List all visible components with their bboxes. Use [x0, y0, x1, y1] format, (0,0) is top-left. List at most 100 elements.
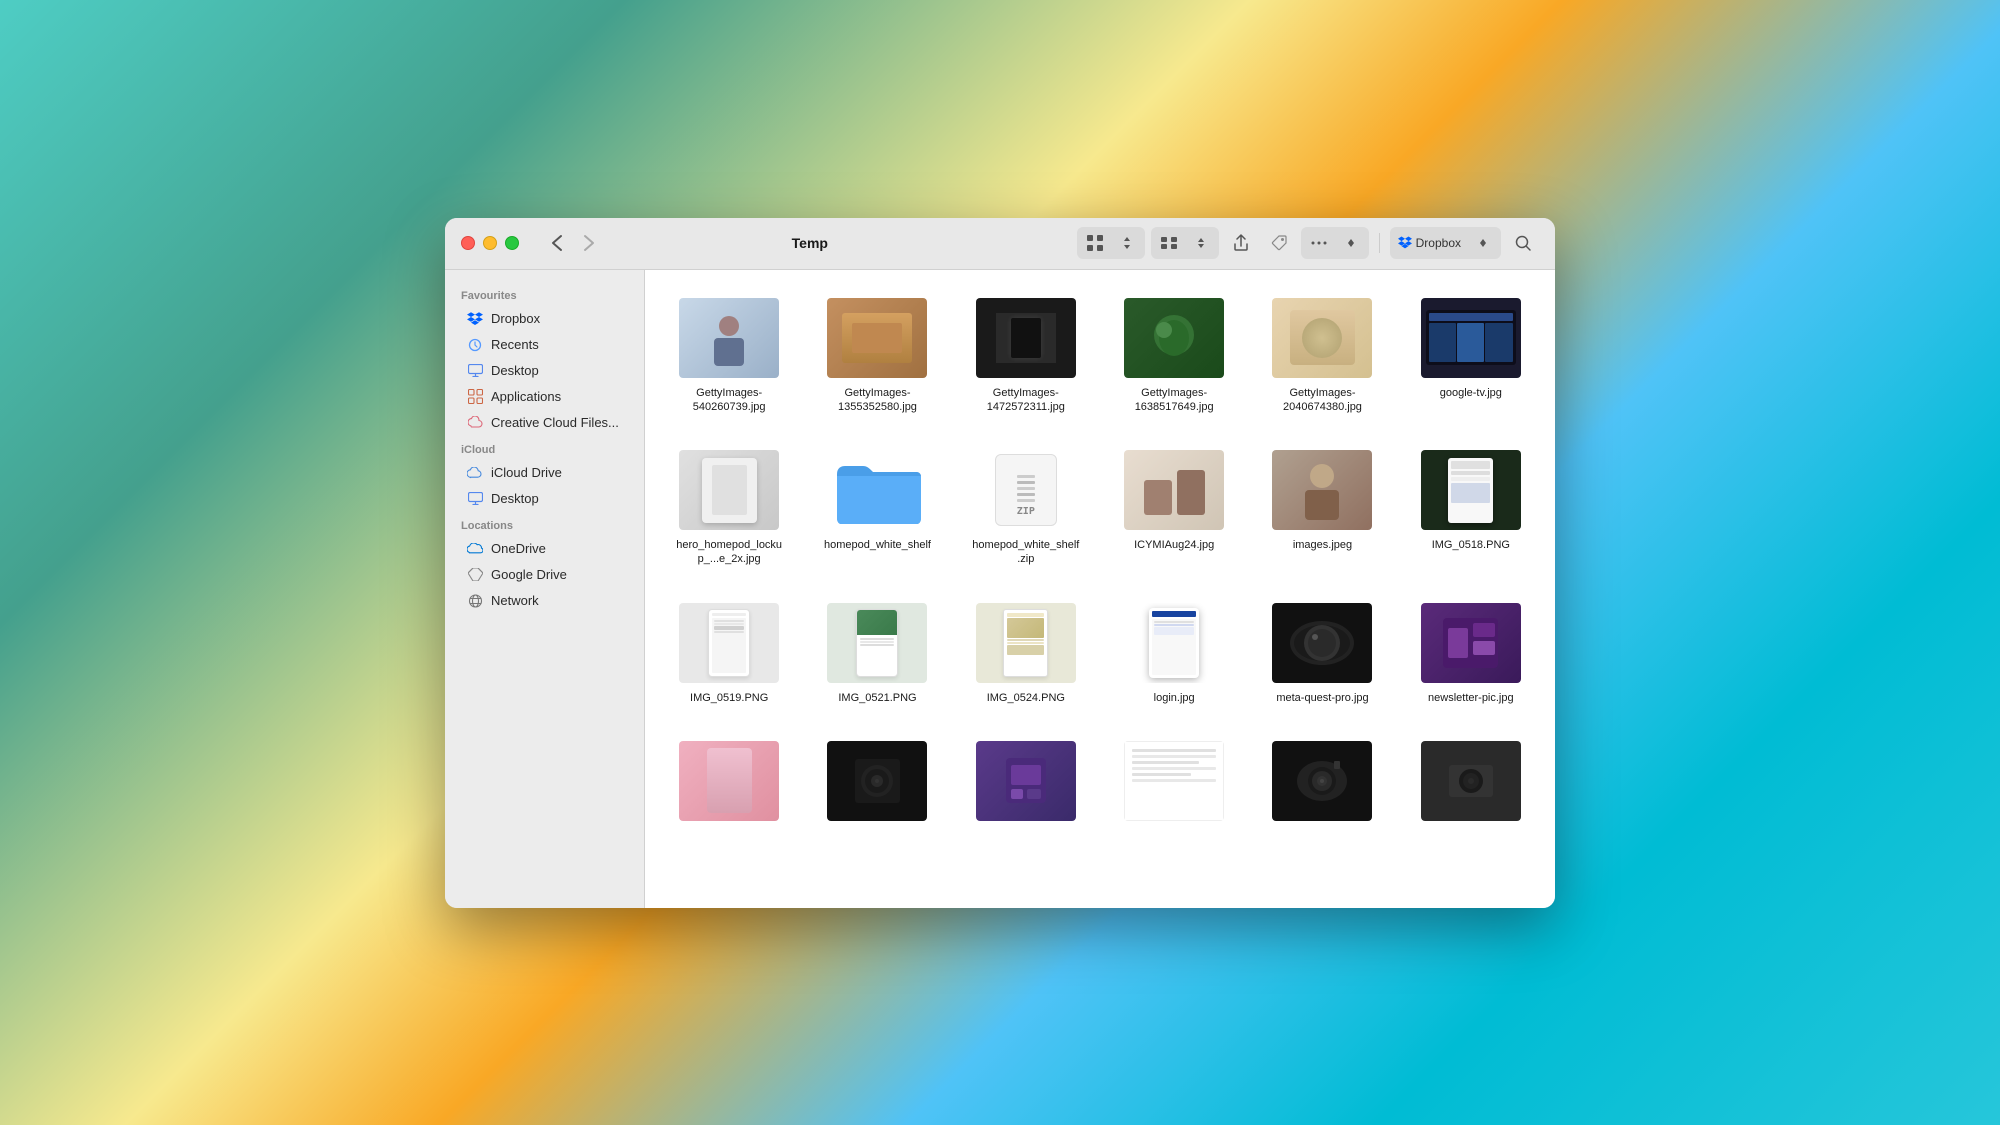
file-thumbnail — [1124, 741, 1224, 821]
sidebar-label-applications: Applications — [491, 389, 561, 404]
file-item[interactable] — [962, 733, 1090, 837]
file-item[interactable]: ZIP homepod_white_shelf.zip — [962, 442, 1090, 575]
dropbox-toolbar-button[interactable]: Dropbox — [1392, 229, 1467, 257]
file-item[interactable]: ICYMIAug24.jpg — [1110, 442, 1238, 575]
file-item[interactable] — [1110, 733, 1238, 837]
file-thumbnail — [679, 603, 779, 683]
sidebar-label-onedrive: OneDrive — [491, 541, 546, 556]
sidebar-label-desktop: Desktop — [491, 363, 539, 378]
sidebar-item-icloud-desktop[interactable]: Desktop — [451, 486, 638, 512]
file-name: homepod_white_shelf.zip — [971, 538, 1081, 567]
file-thumbnail — [1124, 298, 1224, 378]
file-thumbnail — [1272, 741, 1372, 821]
file-item[interactable]: images.jpeg — [1258, 442, 1386, 575]
sidebar-item-applications[interactable]: Applications — [451, 384, 638, 410]
file-item[interactable]: google-tv.jpg — [1407, 290, 1535, 423]
search-button[interactable] — [1507, 229, 1539, 257]
icloud-desktop-icon — [467, 491, 483, 507]
file-item[interactable] — [813, 733, 941, 837]
file-thumbnail — [1421, 741, 1521, 821]
file-item[interactable]: login.jpg — [1110, 595, 1238, 713]
sidebar-label-dropbox: Dropbox — [491, 311, 540, 326]
file-item[interactable]: GettyImages-1355352580.jpg — [813, 290, 941, 423]
more-button[interactable] — [1303, 229, 1335, 257]
file-item[interactable] — [1258, 733, 1386, 837]
sidebar: Favourites Dropbox Recents — [445, 270, 645, 908]
file-name: GettyImages-540260739.jpg — [674, 386, 784, 415]
file-area[interactable]: GettyImages-540260739.jpg GettyImages-13… — [645, 270, 1555, 908]
file-item[interactable]: GettyImages-540260739.jpg — [665, 290, 793, 423]
main-content: Favourites Dropbox Recents — [445, 270, 1555, 908]
file-item[interactable]: homepod_white_shelf — [813, 442, 941, 575]
file-item[interactable] — [665, 733, 793, 837]
dropbox-chevron[interactable] — [1467, 229, 1499, 257]
applications-icon — [467, 389, 483, 405]
tag-button[interactable] — [1263, 229, 1295, 257]
sidebar-icloud-header: iCloud — [445, 436, 644, 460]
view-mode-button[interactable] — [1153, 229, 1185, 257]
sidebar-label-network: Network — [491, 593, 539, 608]
file-grid: GettyImages-540260739.jpg GettyImages-13… — [665, 290, 1535, 837]
file-item[interactable]: meta-quest-pro.jpg — [1258, 595, 1386, 713]
file-name: newsletter-pic.jpg — [1428, 691, 1514, 705]
sort-button[interactable] — [1111, 229, 1143, 257]
window-title: Temp — [551, 235, 1069, 251]
file-name: GettyImages-1638517649.jpg — [1119, 386, 1229, 415]
file-name: login.jpg — [1154, 691, 1195, 705]
file-item[interactable]: GettyImages-1472572311.jpg — [962, 290, 1090, 423]
desktop-icon — [467, 363, 483, 379]
file-item[interactable]: GettyImages-1638517649.jpg — [1110, 290, 1238, 423]
sidebar-item-recents[interactable]: Recents — [451, 332, 638, 358]
file-item[interactable] — [1407, 733, 1535, 837]
file-name: GettyImages-1472572311.jpg — [971, 386, 1081, 415]
share-button[interactable] — [1225, 229, 1257, 257]
file-name: google-tv.jpg — [1440, 386, 1502, 400]
sidebar-locations-header: Locations — [445, 512, 644, 536]
grid-view-button[interactable] — [1079, 229, 1111, 257]
view-toggle-group — [1077, 227, 1145, 259]
file-item[interactable]: IMG_0518.PNG — [1407, 442, 1535, 575]
dropbox-toolbar-label: Dropbox — [1416, 236, 1461, 250]
sidebar-item-desktop[interactable]: Desktop — [451, 358, 638, 384]
file-item[interactable]: GettyImages-2040674380.jpg — [1258, 290, 1386, 423]
sidebar-item-onedrive[interactable]: OneDrive — [451, 536, 638, 562]
file-name: meta-quest-pro.jpg — [1276, 691, 1368, 705]
minimize-button[interactable] — [483, 236, 497, 250]
view-mode-chevron[interactable] — [1185, 229, 1217, 257]
file-name: hero_homepod_lockup_...e_2x.jpg — [674, 538, 784, 567]
sidebar-item-creative-cloud[interactable]: Creative Cloud Files... — [451, 410, 638, 436]
sidebar-item-network[interactable]: Network — [451, 588, 638, 614]
file-name: IMG_0519.PNG — [690, 691, 768, 705]
file-name: GettyImages-2040674380.jpg — [1267, 386, 1377, 415]
file-thumbnail — [827, 298, 927, 378]
file-name: IMG_0521.PNG — [838, 691, 916, 705]
sidebar-label-creative-cloud: Creative Cloud Files... — [491, 415, 619, 430]
maximize-button[interactable] — [505, 236, 519, 250]
onedrive-icon — [467, 541, 483, 557]
file-thumbnail — [827, 450, 927, 530]
file-thumbnail — [827, 741, 927, 821]
sidebar-label-recents: Recents — [491, 337, 539, 352]
finder-window: Temp — [445, 218, 1555, 908]
file-item[interactable]: hero_homepod_lockup_...e_2x.jpg — [665, 442, 793, 575]
file-item[interactable]: IMG_0521.PNG — [813, 595, 941, 713]
toolbar-separator — [1379, 233, 1380, 253]
file-thumbnail — [1421, 603, 1521, 683]
sidebar-label-icloud-drive: iCloud Drive — [491, 465, 562, 480]
file-thumbnail — [1421, 450, 1521, 530]
file-item[interactable]: newsletter-pic.jpg — [1407, 595, 1535, 713]
more-group — [1301, 227, 1369, 259]
file-name: images.jpeg — [1293, 538, 1352, 552]
creative-cloud-icon — [467, 415, 483, 431]
file-item[interactable]: IMG_0519.PNG — [665, 595, 793, 713]
sidebar-item-icloud-drive[interactable]: iCloud Drive — [451, 460, 638, 486]
sidebar-label-icloud-desktop: Desktop — [491, 491, 539, 506]
more-chevron[interactable] — [1335, 229, 1367, 257]
file-name: ICYMIAug24.jpg — [1134, 538, 1214, 552]
sidebar-item-dropbox[interactable]: Dropbox — [451, 306, 638, 332]
close-button[interactable] — [461, 236, 475, 250]
file-item[interactable]: IMG_0524.PNG — [962, 595, 1090, 713]
recents-icon — [467, 337, 483, 353]
sidebar-item-google-drive[interactable]: Google Drive — [451, 562, 638, 588]
view-mode-group — [1151, 227, 1219, 259]
